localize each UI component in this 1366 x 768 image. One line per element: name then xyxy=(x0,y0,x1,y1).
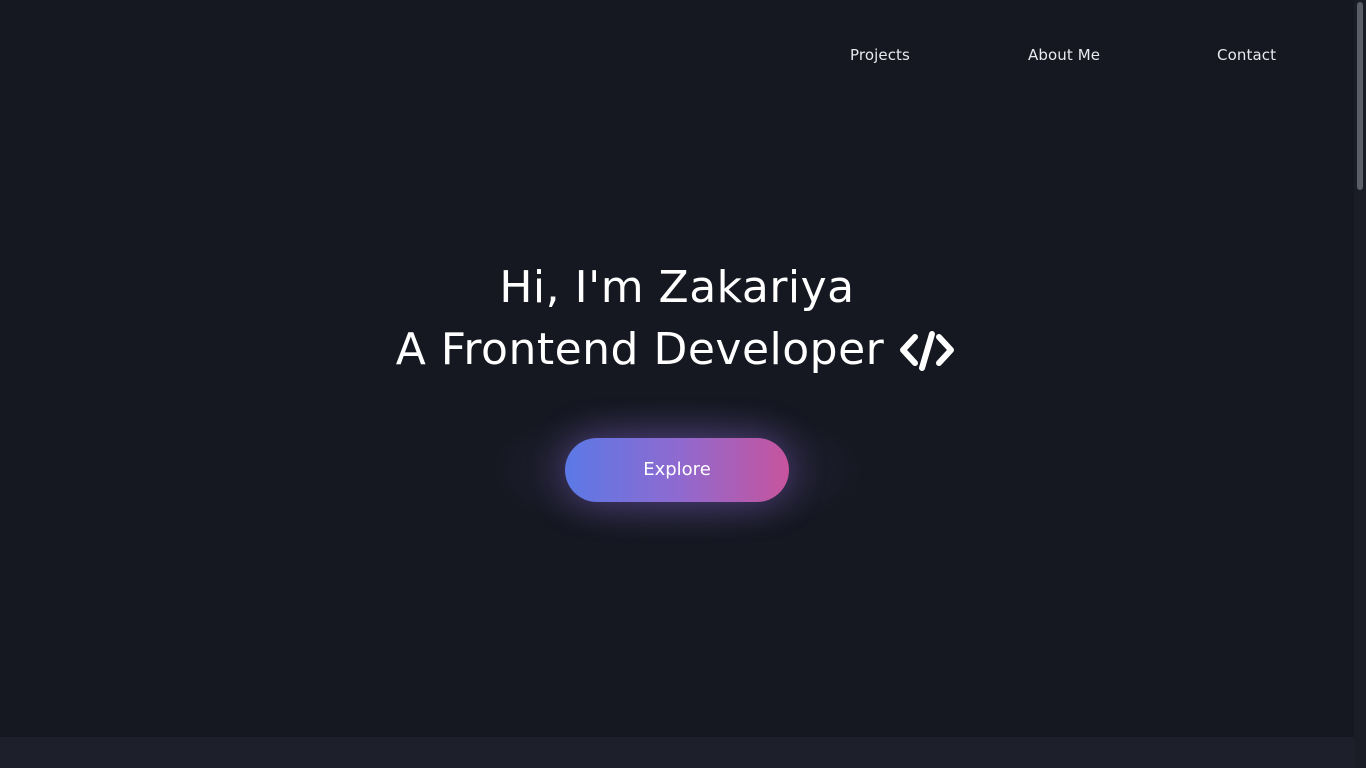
code-icon xyxy=(898,328,958,372)
page-scrollbar[interactable] xyxy=(1354,0,1366,768)
page-viewport: Projects About Me Contact Hi, I'm Zakari… xyxy=(0,0,1354,768)
explore-button[interactable]: Explore xyxy=(565,438,789,502)
next-section-edge xyxy=(0,737,1354,768)
top-nav: Projects About Me Contact xyxy=(0,0,1354,110)
nav-link-projects[interactable]: Projects xyxy=(850,44,910,66)
scrollbar-thumb[interactable] xyxy=(1357,2,1363,190)
hero-subtitle-row: A Frontend Developer xyxy=(396,320,959,380)
hero-greeting: Hi, I'm Zakariya xyxy=(499,262,855,313)
nav-link-contact[interactable]: Contact xyxy=(1217,44,1276,66)
hero-subtitle: A Frontend Developer xyxy=(395,324,885,375)
hero-section: Hi, I'm Zakariya A Frontend Developer xyxy=(0,258,1354,380)
nav-link-about-me[interactable]: About Me xyxy=(1028,44,1100,66)
